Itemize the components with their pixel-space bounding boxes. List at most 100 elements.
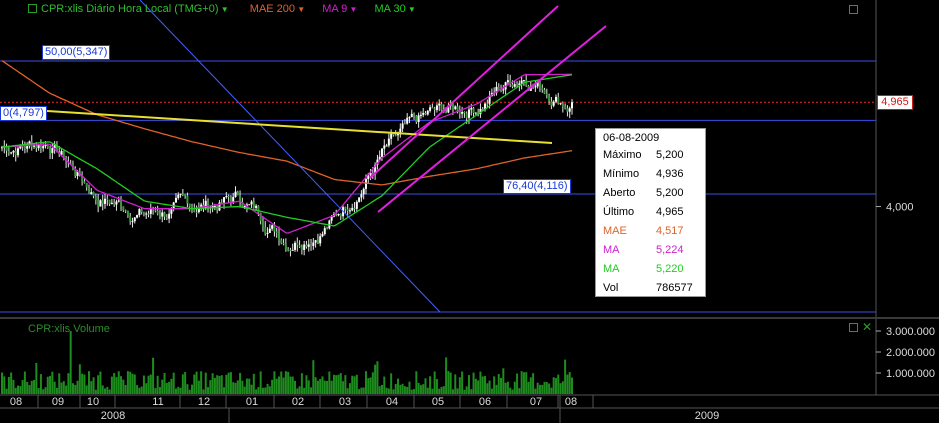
indicator-ma9-label[interactable]: MA 9 <box>322 3 347 15</box>
price-bar-body <box>426 110 429 115</box>
price-bar-body <box>90 192 93 195</box>
price-bar-body <box>513 84 516 87</box>
price-bar-body <box>314 240 317 243</box>
price-bar-body <box>564 106 567 109</box>
ma9-dropdown-icon[interactable]: ▼ <box>347 5 358 14</box>
volume-bar <box>424 378 427 394</box>
level-label-4797[interactable]: 0(4,797) <box>0 106 47 121</box>
price-bar-body <box>465 113 468 118</box>
volume-bar <box>261 387 264 394</box>
price-bar-body <box>337 214 340 216</box>
volume-bar <box>529 377 532 394</box>
price-bar-body <box>188 203 191 207</box>
volume-bar <box>188 389 191 394</box>
price-bar-body <box>417 115 420 122</box>
volume-bar <box>259 371 262 394</box>
data-window-row-label: MA <box>603 263 620 275</box>
close-volume-pane-icon[interactable]: ✕ <box>862 320 872 334</box>
price-bar-body <box>131 221 134 223</box>
indicator-ma30-label[interactable]: MA 30 <box>375 3 406 15</box>
level-label-5347[interactable]: 50,00(5,347) <box>42 45 111 60</box>
price-tick-label: 4,000 <box>886 202 914 214</box>
ma30-dropdown-icon[interactable]: ▼ <box>406 5 416 14</box>
price-bar-body <box>115 201 118 205</box>
volume-bar <box>229 372 232 394</box>
level-label-4116[interactable]: 76,40(4,116) <box>503 179 571 194</box>
volume-bar <box>493 376 496 394</box>
volume-bar <box>138 387 141 394</box>
volume-bar <box>207 387 210 394</box>
price-bar-body <box>275 231 278 233</box>
price-bar-body <box>177 194 180 198</box>
volume-bar <box>168 381 171 394</box>
chart-header: CPR:xlis Diário Hora Local (TMG+0) ▼ MAE… <box>28 3 588 17</box>
volume-bar <box>566 374 569 394</box>
price-bar-body <box>300 246 303 250</box>
volume-bar <box>124 385 127 394</box>
price-bar-body <box>174 197 177 203</box>
price-bar-body <box>522 80 525 82</box>
price-bar-body <box>410 113 413 118</box>
volume-bar <box>69 331 72 394</box>
volume-bar <box>296 388 299 394</box>
volume-bar <box>346 388 349 394</box>
volume-bar <box>525 372 528 394</box>
volume-bar <box>470 389 473 394</box>
volume-bar <box>46 376 49 394</box>
price-bar-body <box>99 200 102 207</box>
price-bar-body <box>516 84 519 86</box>
volume-bar <box>449 372 452 394</box>
volume-bar <box>220 375 223 394</box>
price-bar-body <box>94 196 97 201</box>
indicator-mae200-label[interactable]: MAE 200 <box>250 3 295 15</box>
volume-bar <box>53 381 56 394</box>
volume-bar <box>374 364 377 394</box>
price-bar-body <box>147 213 150 215</box>
price-bar-body <box>195 211 198 213</box>
price-bar-body <box>10 152 13 154</box>
price-bar-body <box>381 148 383 157</box>
volume-bar <box>65 385 68 394</box>
volume-bar <box>385 387 388 394</box>
price-bar-body <box>21 146 24 148</box>
volume-bar <box>49 375 52 394</box>
volume-bar <box>564 359 567 394</box>
price-bar-body <box>545 93 548 96</box>
price-bar-body <box>543 89 546 94</box>
instrument-title[interactable]: CPR:xlis Diário Hora Local (TMG+0) <box>41 3 219 15</box>
price-bar-body <box>330 216 333 221</box>
volume-bar <box>543 381 546 394</box>
volume-bar <box>518 388 521 394</box>
price-bar-body <box>557 96 560 104</box>
mae200-dropdown-icon[interactable]: ▼ <box>295 5 305 14</box>
price-bar-body <box>97 200 100 207</box>
volume-bar <box>3 376 6 394</box>
volume-bar <box>344 375 347 394</box>
price-bar-body <box>344 207 347 210</box>
volume-bar <box>163 372 166 394</box>
volume-bar <box>326 380 329 394</box>
volume-bar <box>255 389 258 394</box>
price-bar-body <box>438 103 441 106</box>
month-label: 08 <box>565 396 577 408</box>
header-icon[interactable] <box>28 4 37 13</box>
maximize-price-pane-icon[interactable] <box>849 5 858 14</box>
month-label: 10 <box>87 396 99 408</box>
volume-bar <box>406 386 409 394</box>
price-bar-body <box>298 245 301 247</box>
volume-bar <box>5 388 8 394</box>
volume-bar <box>140 386 143 394</box>
volume-bar <box>117 371 120 394</box>
volume-bar <box>509 387 512 394</box>
volume-bar <box>342 381 345 394</box>
month-label: 12 <box>198 396 210 408</box>
volume-bar <box>113 373 116 394</box>
volume-bar <box>204 372 207 394</box>
price-bar-body <box>255 205 258 208</box>
price-bar-body <box>413 113 416 116</box>
price-bar-body <box>408 117 411 119</box>
price-bar-body <box>323 228 326 234</box>
instrument-dropdown-icon[interactable]: ▼ <box>219 5 229 14</box>
maximize-volume-pane-icon[interactable] <box>849 323 858 332</box>
price-bar-body <box>348 210 351 212</box>
